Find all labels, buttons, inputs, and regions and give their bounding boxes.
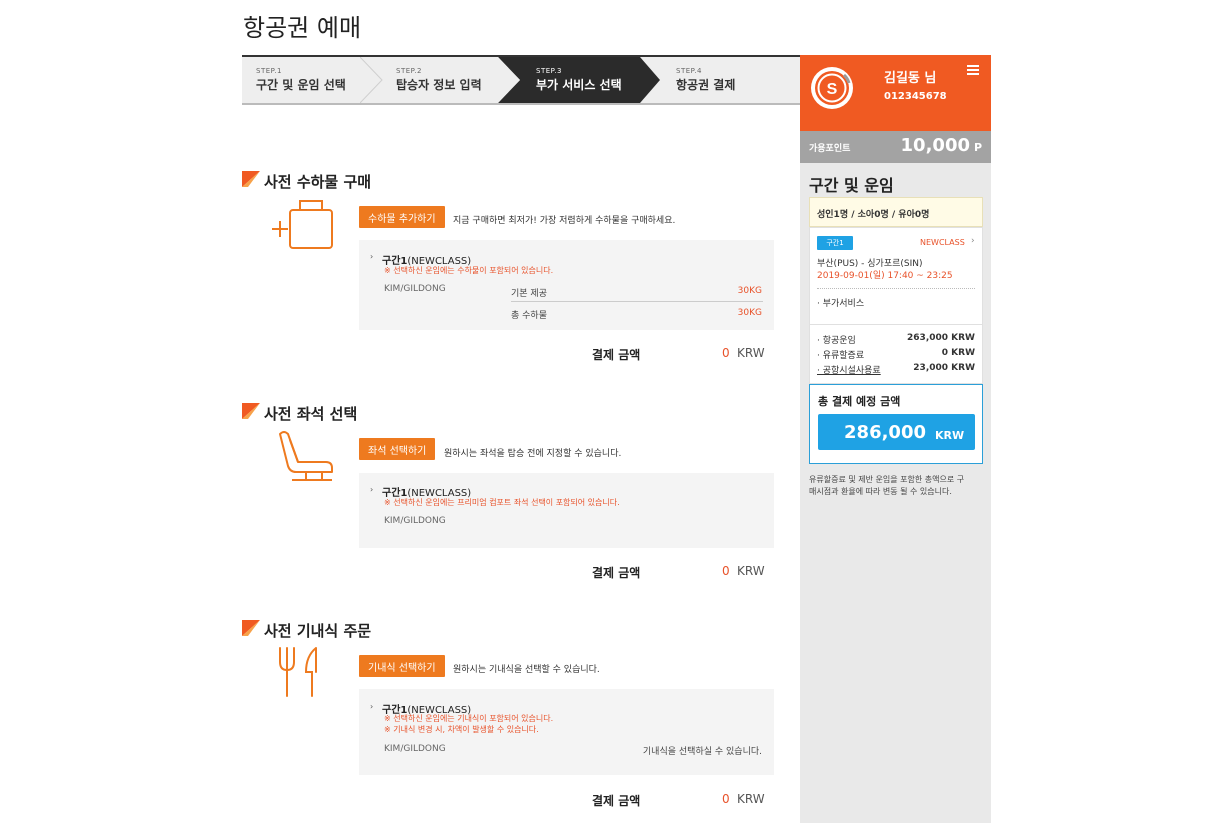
luggage-icon [272, 200, 333, 249]
step-number: STEP.1 [256, 67, 282, 75]
fare-label: · 항공운임 [817, 336, 856, 346]
step-divider-icon [498, 57, 524, 103]
seat-description: 원하시는 좌석을 탑승 전에 지정할 수 있습니다. [444, 449, 622, 459]
page-title: 항공권 예매 [243, 14, 362, 42]
segment-badge: 구간1 [817, 236, 853, 250]
baggage-row-value: 30KG [737, 286, 762, 296]
baggage-description: 지금 구매하면 최저가! 가장 저렴하게 수하물을 구매하세요. [453, 216, 676, 226]
baggage-pay-label: 결제 금액 [592, 348, 641, 362]
step-4[interactable]: STEP.4 항공권 결제 [662, 57, 801, 103]
step-divider-icon [640, 57, 660, 103]
chevron-right-icon: › [370, 252, 374, 261]
seat-icon [279, 431, 333, 481]
seat-pay-currency: KRW [737, 564, 765, 578]
meal-pay-label: 결제 금액 [592, 794, 641, 808]
divider [511, 301, 763, 302]
baggage-pay-amount: 0 [722, 346, 730, 360]
meal-note: ※ 선택하신 운임에는 기내식이 포함되어 있습니다. [384, 714, 554, 723]
divider [817, 288, 975, 289]
svg-text:S: S [827, 81, 838, 98]
step-divider-icon [360, 57, 383, 103]
chevron-right-icon: › [370, 485, 374, 494]
meal-description: 원하시는 기내식을 선택할 수 있습니다. [453, 665, 600, 675]
step-number: STEP.2 [396, 67, 422, 75]
user-logo-icon: S [811, 67, 853, 109]
baggage-section-title: 사전 수하물 구매 [264, 173, 372, 191]
pax-summary: 성인1명 / 소아0명 / 유아0명 [817, 210, 930, 220]
seat-note: ※ 선택하신 운임에는 프리미엄 컴포트 좌석 선택이 포함되어 있습니다. [384, 498, 620, 507]
fare-label: · 유류할증료 [817, 351, 865, 361]
fare-value: 263,000 KRW [907, 333, 975, 343]
divider [809, 324, 983, 325]
user-name: 김길동 님 [884, 71, 937, 86]
step-label: 구간 및 운임 선택 [256, 78, 346, 92]
section-flag-icon [242, 403, 260, 419]
fare-value: 23,000 KRW [913, 363, 975, 373]
step-label: 항공권 결제 [676, 78, 736, 92]
fork-knife-icon [279, 647, 317, 697]
meal-section-title: 사전 기내식 주문 [264, 622, 372, 640]
total-amount: 286,000 [844, 422, 926, 443]
total-currency: KRW [935, 429, 965, 442]
baggage-row-label: 총 수하물 [511, 311, 547, 321]
fare-disclaimer: 유류할증료 및 제반 운임을 포함한 총액으로 구 [809, 475, 965, 484]
points-unit: P [974, 141, 983, 154]
step-number: STEP.4 [676, 67, 702, 75]
meal-passenger: KIM/GILDONG [384, 744, 446, 754]
seat-passenger: KIM/GILDONG [384, 516, 446, 526]
seat-section-title: 사전 좌석 선택 [264, 405, 358, 423]
step-label: 부가 서비스 선택 [536, 78, 622, 92]
baggage-row-label: 기본 제공 [511, 289, 547, 299]
step-1[interactable]: STEP.1 구간 및 운임 선택 [242, 57, 362, 103]
seat-pay-amount: 0 [722, 564, 730, 578]
fare-panel-title: 구간 및 운임 [809, 176, 894, 195]
total-label: 총 결제 예정 금액 [818, 395, 901, 408]
menu-icon[interactable] [967, 65, 979, 75]
fare-label-link[interactable]: · 공항시설사용료 [817, 363, 881, 376]
section-flag-icon [242, 171, 260, 187]
fare-value: 0 KRW [941, 348, 975, 358]
fare-disclaimer: 매시점과 환율에 따라 변동 될 수 있습니다. [809, 487, 952, 496]
points-value: 10,000 [900, 135, 970, 156]
add-baggage-button[interactable]: 수하물 추가하기 [359, 206, 445, 228]
meal-note: ※ 기내식 변경 시, 차액이 발생할 수 있습니다. [384, 725, 539, 734]
step-label: 탑승자 정보 입력 [396, 78, 482, 92]
baggage-note: ※ 선택하신 운임에는 수하물이 포함되어 있습니다. [384, 266, 554, 275]
meal-pay-amount: 0 [722, 792, 730, 806]
chevron-right-icon[interactable]: › [971, 236, 975, 246]
select-meal-button[interactable]: 기내식 선택하기 [359, 655, 445, 677]
meal-pay-currency: KRW [737, 792, 765, 806]
baggage-pay-currency: KRW [737, 346, 765, 360]
step-progress-bar: STEP.1 구간 및 운임 선택 STEP.2 탑승자 정보 입력 STEP.… [242, 55, 801, 105]
chevron-right-icon: › [370, 702, 374, 711]
points-label: 가용포인트 [809, 144, 851, 154]
baggage-passenger: KIM/GILDONG [384, 284, 446, 294]
step-number: STEP.3 [536, 67, 562, 75]
user-id: 012345678 [884, 91, 947, 102]
step-2[interactable]: STEP.2 탑승자 정보 입력 [382, 57, 502, 103]
section-flag-icon [242, 620, 260, 636]
extra-service: · 부가서비스 [817, 299, 865, 309]
seat-pay-label: 결제 금액 [592, 566, 641, 580]
step-3[interactable]: STEP.3 부가 서비스 선택 [522, 57, 640, 103]
flight-datetime: 2019-09-01(일) 17:40 ~ 23:25 [817, 271, 953, 281]
baggage-row-value: 30KG [737, 308, 762, 318]
select-seat-button[interactable]: 좌석 선택하기 [359, 438, 436, 460]
meal-status: 기내식을 선택하실 수 있습니다. [642, 747, 762, 757]
fare-class[interactable]: NEWCLASS [920, 238, 965, 247]
